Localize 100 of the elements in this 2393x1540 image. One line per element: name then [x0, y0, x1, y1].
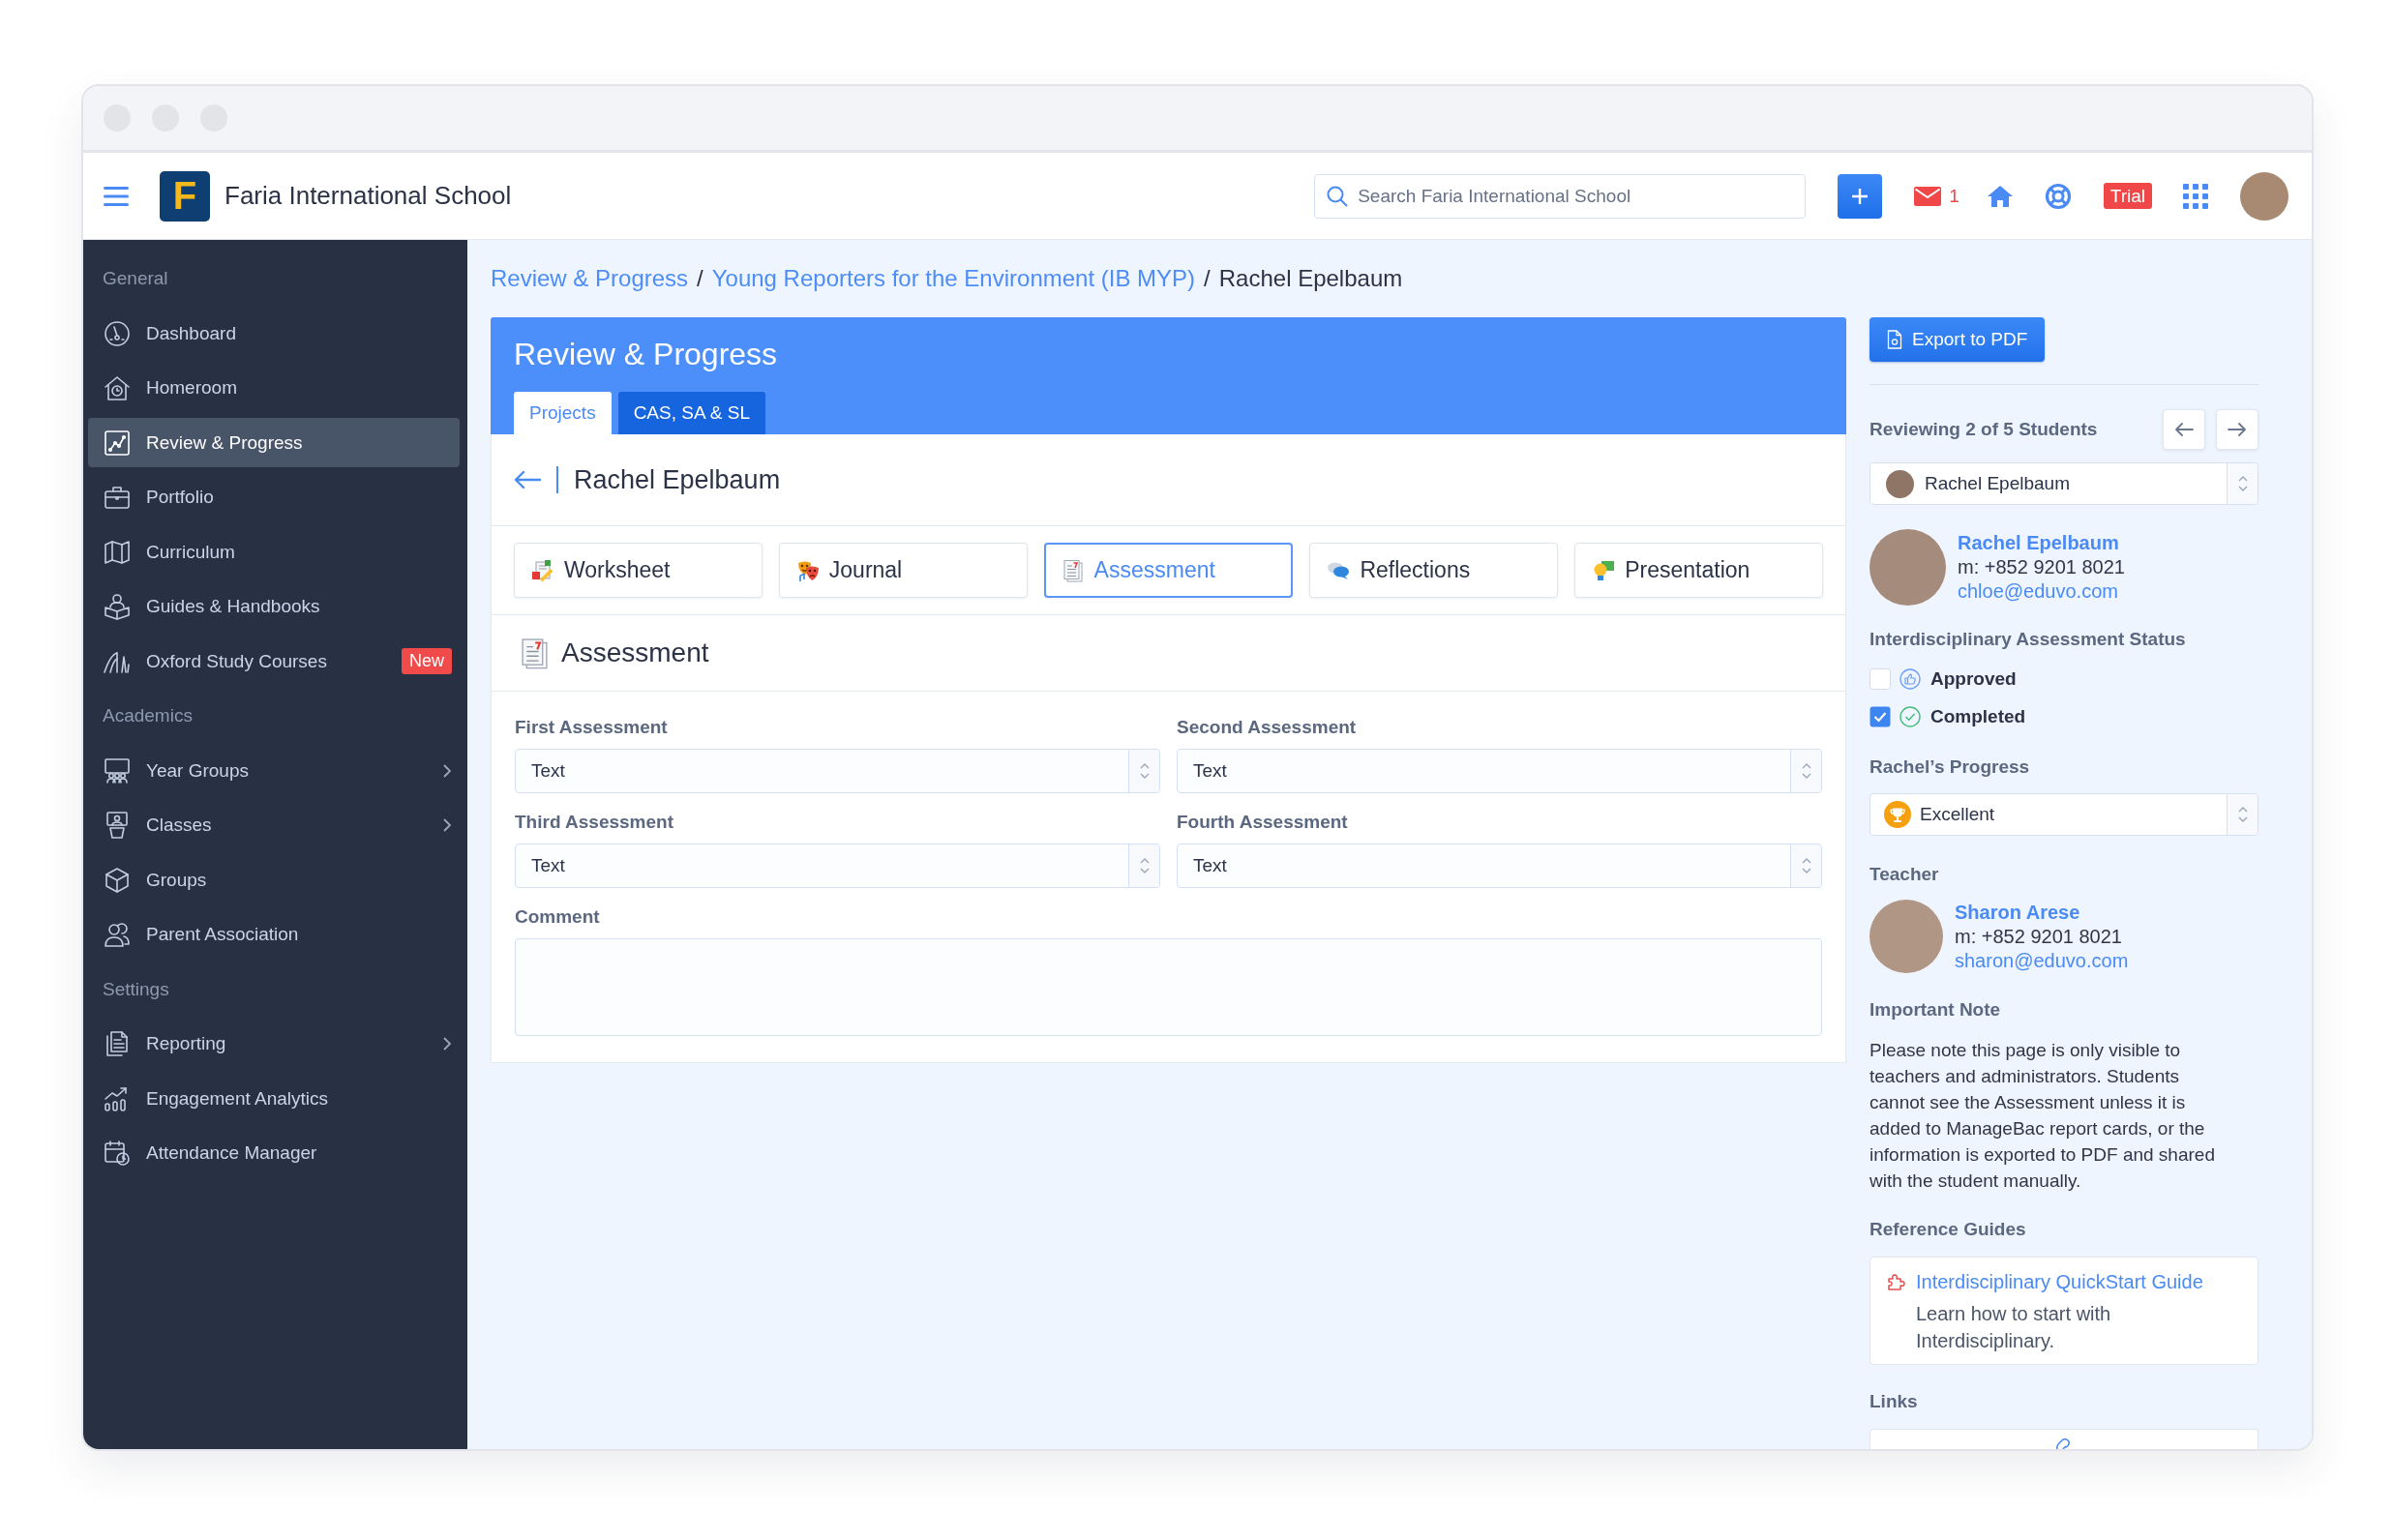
classroom-icon [103, 755, 132, 785]
pencil-paper-icon [531, 558, 554, 582]
sidebar-item[interactable]: Homeroom [88, 363, 460, 413]
breadcrumb-separator: / [697, 265, 703, 292]
mail-icon [1914, 186, 1942, 206]
spinner-arrows-icon [1138, 856, 1151, 875]
spinner-arrows-icon [1138, 761, 1151, 781]
view-tab[interactable]: CAS, SA & SL [617, 392, 766, 434]
people-icon [103, 920, 132, 950]
sidebar-item[interactable]: Guides & Handbooks [88, 581, 460, 632]
sidebar-item[interactable]: Groups [88, 855, 460, 905]
assessment-select[interactable]: Text [515, 749, 1160, 793]
sidebar-item[interactable]: Review & Progress [88, 418, 460, 468]
comment-field[interactable] [515, 938, 1822, 1036]
sidebar-item[interactable]: Oxford Study Courses New [88, 637, 460, 687]
plus-icon [1850, 186, 1870, 206]
section-tab[interactable]: Presentation [1574, 543, 1823, 598]
trophy-icon [1884, 801, 1911, 828]
guide-description: Learn how to start with Interdisciplinary. [1916, 1302, 2112, 1353]
section-tab[interactable]: Reflections [1309, 543, 1559, 598]
student-name: Rachel Epelbaum [574, 464, 781, 495]
sidebar-item[interactable]: Reporting [88, 1019, 460, 1069]
search-icon [1327, 185, 1349, 207]
field-label: First Assessment [515, 716, 669, 739]
arrow-right-icon [2228, 423, 2247, 436]
export-pdf-button[interactable]: Export to PDF [1870, 317, 2046, 362]
add-button[interactable] [1838, 173, 1883, 219]
assessment-select[interactable]: Text [515, 844, 1160, 888]
progress-select[interactable]: Excellent [1870, 793, 2258, 836]
spinner-arrows-icon [2236, 474, 2249, 493]
student-phone: m: +852 9201 8021 [1958, 555, 2125, 579]
line-chart-icon [103, 428, 132, 458]
checklist-icon [519, 637, 551, 669]
section-tab[interactable]: Worksheet [514, 543, 763, 598]
section-tab[interactable]: Journal [778, 543, 1028, 598]
field-label: Fourth Assessment [1177, 811, 1349, 834]
sidebar-item[interactable]: Attendance Manager [88, 1128, 460, 1178]
checkbox[interactable] [1870, 668, 1891, 690]
check-circle-icon [1899, 706, 1921, 727]
person-book-icon [103, 592, 132, 622]
gauge-icon [103, 318, 132, 348]
sidebar-item[interactable]: Curriculum [88, 527, 460, 578]
field-label: Second Assessment [1177, 716, 1358, 739]
sidebar-item[interactable]: Dashboard [88, 309, 460, 359]
field-label: Third Assessment [515, 811, 674, 834]
card-title: Review & Progress [514, 336, 779, 372]
field-label: Comment [515, 905, 601, 929]
search-field[interactable]: Search Faria International School [1314, 173, 1807, 219]
breadcrumb-current: Rachel Epelbaum [1218, 265, 1403, 292]
section-title: Reference Guides [1870, 1218, 2027, 1241]
sidebar-item[interactable]: Classes [88, 800, 460, 850]
school-logo[interactable]: F [160, 170, 210, 222]
note-text: Please note this page is only visible to teachers and administrators. Students cannot see the Assessment unless it is added to ManageBac report cards, or the information is exported to PDF and shared with the student manually. [1870, 1038, 2216, 1193]
house-clock-icon [103, 373, 132, 403]
previous-student-button[interactable] [2163, 409, 2205, 450]
grid-icon[interactable] [2183, 183, 2208, 209]
calendar-clock-icon [103, 1139, 132, 1169]
spinner-arrows-icon [2236, 805, 2249, 824]
sidebar-item[interactable]: Parent Association [88, 909, 460, 960]
teacher-phone: m: +852 9201 8021 [1955, 924, 2123, 949]
checkbox[interactable] [1870, 706, 1891, 727]
section-title: Interdisciplinary Assessment Status [1870, 628, 2187, 651]
status-label: Completed [1930, 706, 2026, 727]
assessment-select[interactable]: Text [1177, 749, 1822, 793]
home-icon[interactable] [1986, 184, 2014, 208]
sidebar-item[interactable]: Year Groups [88, 746, 460, 796]
section-title: Assessment [561, 637, 709, 668]
mail-button[interactable]: 1 [1914, 185, 1959, 207]
thumbs-up-icon [1899, 668, 1921, 690]
spinner-arrows-icon [1800, 761, 1812, 781]
checklist-icon [1061, 558, 1085, 582]
section-title: Teacher [1870, 863, 1940, 886]
section-title: Rachel’s Progress [1870, 755, 2031, 779]
trial-badge[interactable]: Trial [2103, 183, 2152, 209]
section-heading: General [102, 267, 169, 291]
sidebar-item[interactable]: Portfolio [88, 472, 460, 522]
puzzle-icon [1886, 1272, 1905, 1291]
assessment-select[interactable]: Text [1177, 844, 1822, 888]
section-heading: Academics [102, 704, 194, 728]
sidebar-item[interactable]: Engagement Analytics [88, 1074, 460, 1124]
user-avatar [2240, 171, 2288, 221]
section-title: Links [1870, 1390, 1919, 1413]
student-select[interactable]: Rachel Epelbaum [1870, 462, 2258, 505]
lifebuoy-icon[interactable] [2044, 182, 2072, 210]
arrow-left-icon [2174, 423, 2194, 436]
menu-icon[interactable] [104, 186, 129, 206]
back-arrow-icon[interactable] [514, 470, 541, 489]
document-icon [1887, 330, 1902, 349]
spinner-arrows-icon [1800, 856, 1812, 875]
school-name: Faria International School [224, 181, 512, 211]
reviewing-count: Reviewing 2 of 5 Students [1870, 418, 2099, 441]
status-label: Approved [1930, 668, 2017, 690]
next-student-button[interactable] [2216, 409, 2258, 450]
link-icon [2055, 1438, 2073, 1449]
student-avatar [1886, 469, 1914, 498]
lightbulb-board-icon [1592, 558, 1616, 582]
cube-icon [103, 865, 132, 895]
breadcrumb-separator: / [1204, 265, 1211, 292]
section-heading: Settings [102, 977, 170, 1001]
section-title: Important Note [1870, 998, 2002, 1022]
